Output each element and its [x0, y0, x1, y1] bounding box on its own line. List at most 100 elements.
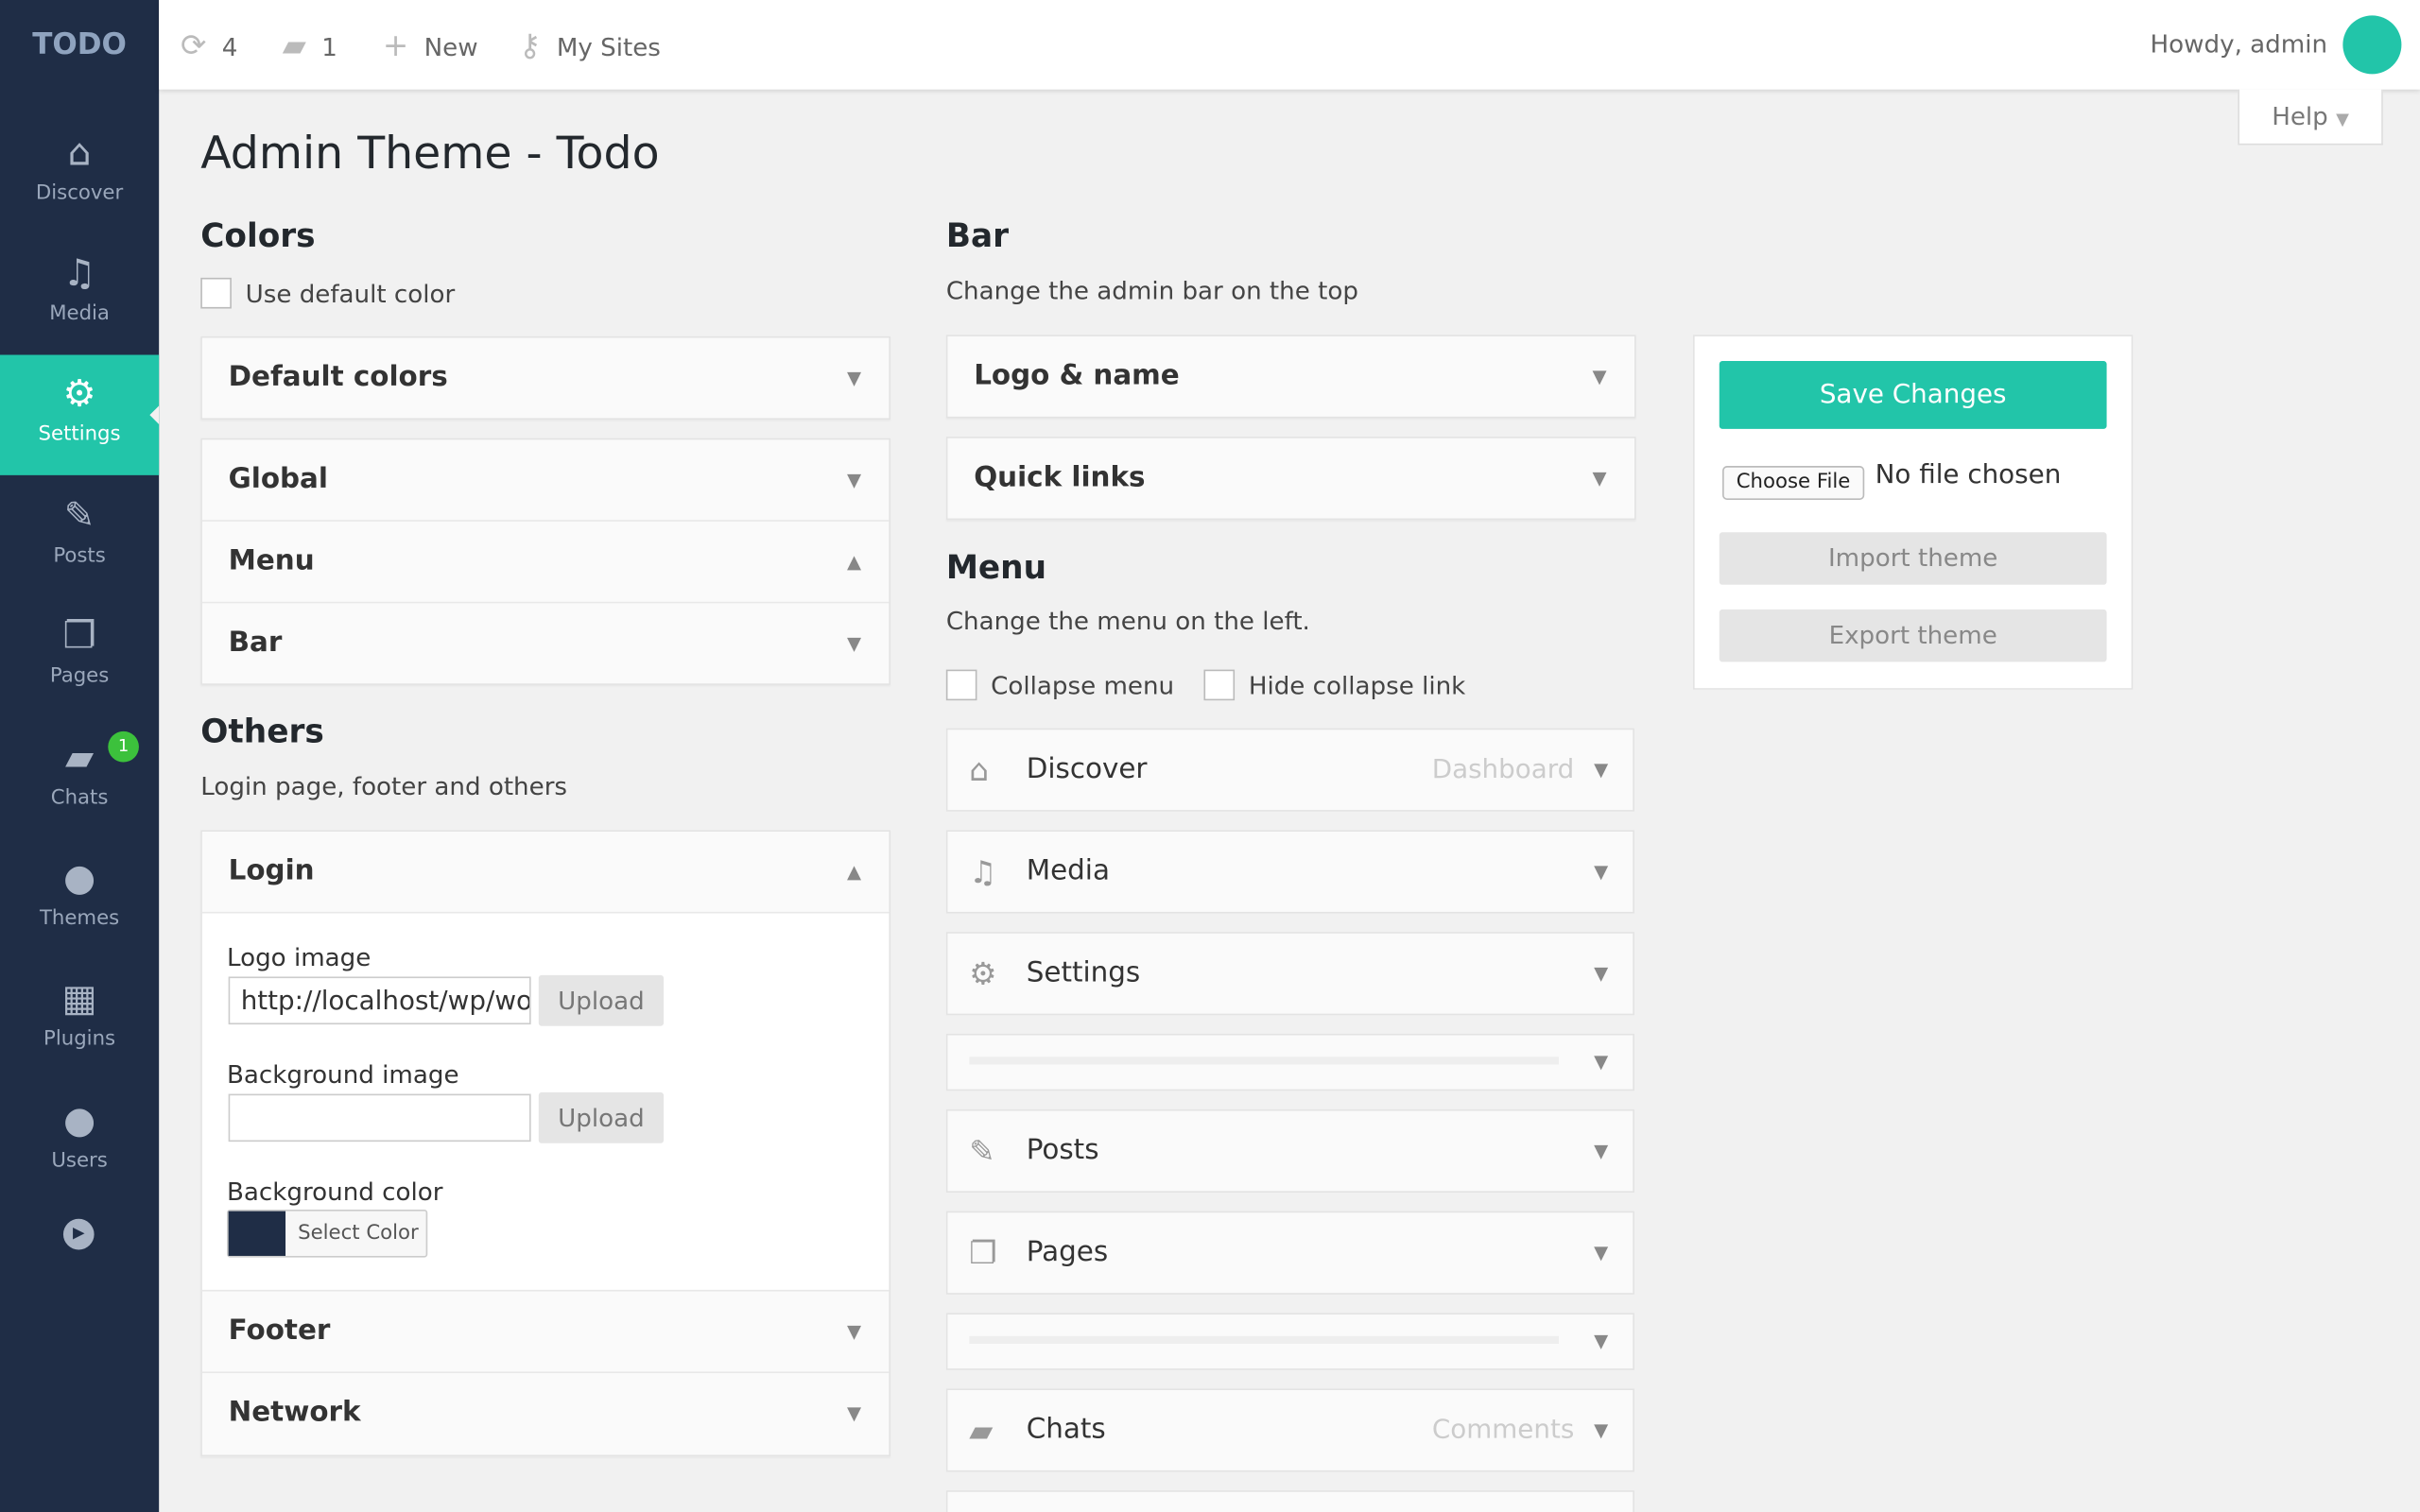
hide-collapse-link-checkbox[interactable]: Hide collapse link: [1203, 669, 1466, 702]
section-logo-name[interactable]: Logo & name ▼: [947, 336, 1634, 417]
checkbox-label: Collapse menu: [991, 671, 1175, 701]
checkbox-label: Hide collapse link: [1248, 671, 1466, 701]
login-settings: Logo image http://localhost/wp/wo Upload…: [201, 913, 890, 1292]
drop-icon: ●: [62, 856, 96, 900]
my-sites-label: My Sites: [556, 32, 661, 62]
pages-icon: ❐: [969, 1234, 997, 1272]
section-menu[interactable]: Menu ▲: [201, 522, 890, 604]
sidebar-item-pages[interactable]: ❐ Pages: [0, 597, 159, 717]
sidebar-item-label: Plugins: [43, 1027, 116, 1051]
help-label: Help: [2272, 101, 2328, 131]
collapse-menu-checkbox[interactable]: Collapse menu: [945, 669, 1175, 702]
sidebar-item-label: Posts: [53, 544, 106, 568]
gear-icon: ⚙: [62, 371, 96, 416]
sidebar: TODO ⌂ Discover ♫ Media ⚙ Settings ✎ Posts ❐…: [0, 0, 160, 1512]
logo-image-input[interactable]: http://localhost/wp/wo: [228, 976, 531, 1025]
avatar[interactable]: [2342, 15, 2402, 75]
new-link[interactable]: + New: [383, 0, 478, 90]
sidebar-item-discover[interactable]: ⌂ Discover: [0, 114, 159, 234]
sidebar-item-label: Pages: [49, 664, 110, 689]
updates-link[interactable]: ⟳ 4: [181, 0, 237, 90]
chevron-up-icon: ▲: [846, 861, 862, 883]
sidebar-item-media[interactable]: ♫ Media: [0, 234, 159, 354]
save-changes-button[interactable]: Save Changes: [1719, 361, 2107, 429]
checkbox[interactable]: [945, 669, 977, 701]
comments-link[interactable]: ▰ 1: [283, 0, 337, 90]
menu-item-pages[interactable]: ❐ Pages ▼: [945, 1211, 1634, 1295]
checkbox[interactable]: [1203, 669, 1236, 701]
menu-item-posts[interactable]: ✎ Posts ▼: [945, 1108, 1634, 1194]
menu-item-settings[interactable]: ⚙ Settings ▼: [945, 932, 1634, 1016]
sidebar-item-chats[interactable]: ▰ 1 Chats: [0, 719, 159, 839]
background-upload-button[interactable]: Upload: [538, 1091, 665, 1143]
select-color-button[interactable]: Select Color: [226, 1209, 428, 1258]
separator-bar: [969, 1335, 1559, 1345]
chevron-down-icon: ▼: [1594, 861, 1609, 883]
menu-item-next[interactable]: [945, 1490, 1634, 1512]
use-default-color-checkbox[interactable]: Use default color: [200, 277, 455, 310]
sidebar-item-settings[interactable]: ⚙ Settings: [0, 354, 160, 475]
no-file-chosen-label: No file chosen: [1875, 459, 2062, 491]
key-icon: ⚷: [518, 26, 542, 63]
sidebar-item-themes[interactable]: ● Themes: [0, 839, 159, 959]
export-theme-button[interactable]: Export theme: [1719, 609, 2107, 662]
logo[interactable]: TODO: [0, 0, 159, 90]
new-label: New: [424, 32, 478, 62]
menu-item-original-label: Comments: [1431, 1415, 1575, 1446]
chevron-down-icon: ▼: [1594, 759, 1609, 782]
chevron-down-icon: ▼: [1592, 467, 1607, 490]
section-footer[interactable]: Footer ▼: [201, 1292, 890, 1374]
grid-icon: ▦: [61, 976, 97, 1021]
menu-separator[interactable]: ▼: [945, 1033, 1634, 1091]
section-label: Global: [228, 462, 328, 496]
section-label: Bar: [228, 626, 283, 660]
menu-description: Change the menu on the left.: [945, 606, 1310, 636]
menu-heading: Menu: [945, 549, 1047, 587]
sidebar-item-label: Media: [49, 301, 110, 326]
section-default-colors[interactable]: Default colors ▼: [202, 338, 890, 419]
logo-upload-button[interactable]: Upload: [538, 974, 665, 1026]
menu-item-original-label: Dashboard: [1431, 754, 1575, 786]
default-colors-panel: Default colors ▼: [200, 335, 891, 421]
updates-count: 4: [221, 32, 238, 62]
section-global[interactable]: Global ▼: [201, 439, 890, 522]
sidebar-item-label: Settings: [38, 422, 121, 446]
choose-file-button[interactable]: Choose File: [1722, 466, 1865, 500]
menu-item-media[interactable]: ♫ Media ▼: [945, 830, 1634, 914]
colors-sections-panel: Global ▼ Menu ▲ Bar ▼: [200, 438, 891, 685]
section-label: Logo & name: [974, 359, 1180, 392]
menu-item-discover[interactable]: ⌂ Discover Dashboard ▼: [945, 728, 1634, 812]
import-theme-button[interactable]: Import theme: [1719, 532, 2107, 585]
sidebar-item-plugins[interactable]: ▦ Plugins: [0, 960, 159, 1080]
chevron-down-icon: ▼: [846, 1402, 862, 1424]
menu-item-label: Discover: [1026, 752, 1148, 786]
section-label: Menu: [228, 544, 315, 577]
chevron-down-icon: ▼: [846, 469, 862, 491]
sidebar-item-users[interactable]: ● Users: [0, 1081, 159, 1201]
bar-heading: Bar: [945, 217, 1010, 255]
media-icon: ♫: [969, 852, 997, 891]
menu-item-label: Pages: [1026, 1235, 1109, 1269]
my-sites-link[interactable]: ⚷ My Sites: [519, 0, 661, 90]
menu-separator[interactable]: ▼: [945, 1313, 1634, 1370]
section-network[interactable]: Network ▼: [202, 1373, 890, 1453]
howdy-link[interactable]: Howdy, admin: [2151, 0, 2327, 90]
section-bar[interactable]: Bar ▼: [202, 603, 890, 683]
sidebar-item-label: Chats: [50, 786, 109, 811]
logo-name-panel: Logo & name ▼: [945, 335, 1636, 419]
logo-image-label: Logo image: [226, 942, 372, 972]
user-icon: ●: [62, 1098, 96, 1143]
section-login[interactable]: Login ▲: [201, 831, 890, 914]
checkbox[interactable]: [200, 277, 232, 309]
page-title: Admin Theme - Todo: [200, 126, 660, 180]
chats-badge: 1: [108, 730, 139, 763]
menu-item-chats[interactable]: ▰ Chats Comments ▼: [945, 1388, 1634, 1472]
section-quick-links[interactable]: Quick links ▼: [947, 438, 1634, 519]
sidebar-item-posts[interactable]: ✎ Posts: [0, 476, 159, 596]
color-swatch: [228, 1211, 286, 1256]
collapse-menu-icon[interactable]: ▶: [62, 1218, 95, 1250]
colors-heading: Colors: [200, 217, 316, 255]
help-button[interactable]: Help ▼: [2238, 89, 2383, 146]
background-image-input[interactable]: [228, 1093, 531, 1143]
section-label: Default colors: [228, 361, 448, 394]
